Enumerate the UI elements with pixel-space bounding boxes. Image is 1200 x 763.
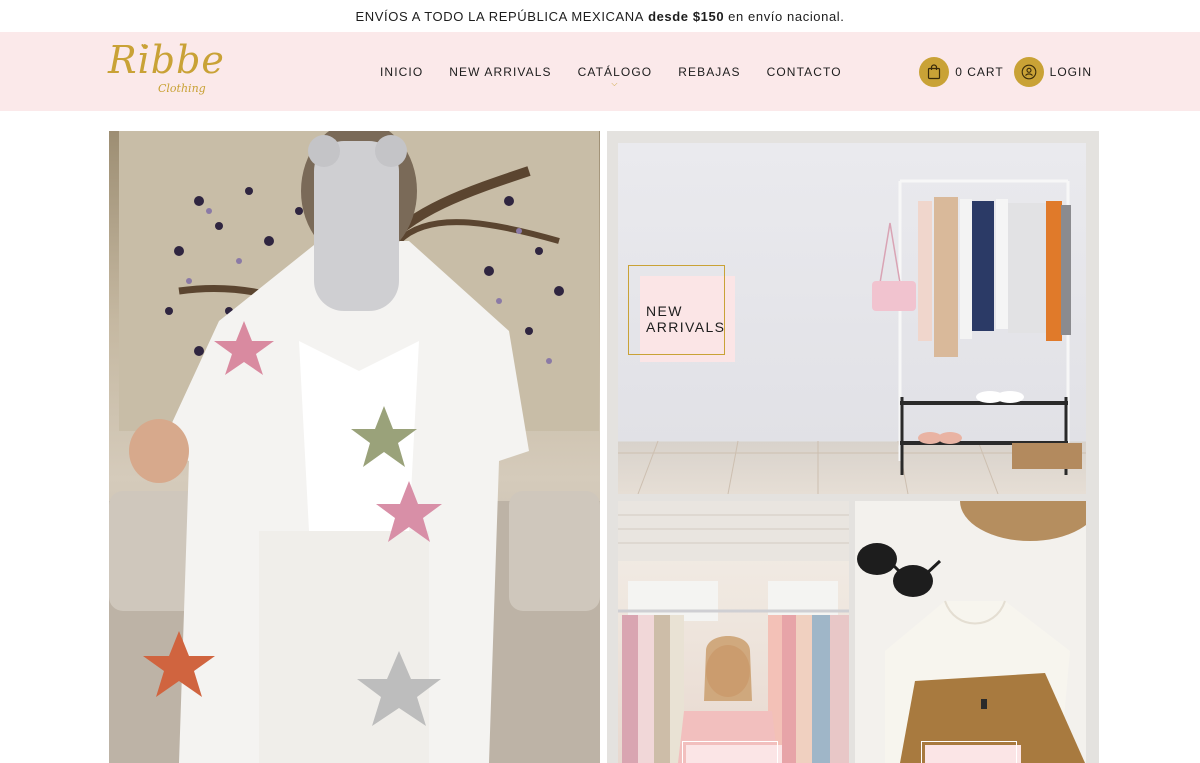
logo-wordmark: Ribbe bbox=[108, 38, 225, 82]
announcement-lead: ENVÍOS A TODO LA REPÚBLICA MEXICANA bbox=[355, 8, 645, 24]
cart-button[interactable]: 0 CART bbox=[919, 56, 1004, 87]
boutique-illustration bbox=[618, 501, 849, 763]
nav-item-rebajas[interactable]: REBAJAS bbox=[678, 65, 740, 79]
nav-item-contacto[interactable]: CONTACTO bbox=[767, 65, 842, 79]
nav-item-catalogo-label: CATÁLOGO bbox=[577, 64, 653, 79]
new-arrivals-label: NEW ARRIVALS bbox=[646, 303, 726, 335]
hero-grid: NEW ARRIVALS bbox=[109, 131, 1099, 763]
logo-heart-icon: ♥ bbox=[141, 41, 147, 51]
nav-item-new-arrivals[interactable]: NEW ARRIVALS bbox=[449, 65, 551, 79]
user-icon bbox=[1013, 56, 1044, 87]
main-nav: INICIO NEW ARRIVALS CATÁLOGO ⌵ REBAJAS C… bbox=[380, 32, 842, 111]
brand-logo[interactable]: Ribbe ♥ Clothing bbox=[108, 38, 226, 104]
nav-item-inicio[interactable]: INICIO bbox=[380, 65, 423, 79]
logo-subtitle: Clothing bbox=[158, 82, 206, 95]
site-header: Ribbe ♥ Clothing INICIO NEW ARRIVALS CAT… bbox=[0, 32, 1200, 111]
cart-label: 0 CART bbox=[955, 64, 1004, 79]
flatlay-illustration bbox=[857, 501, 1086, 763]
announcement-bold: desde $150 bbox=[648, 8, 725, 24]
category-panel: NEW ARRIVALS bbox=[607, 131, 1099, 763]
nav-item-catalogo[interactable]: CATÁLOGO ⌵ bbox=[577, 64, 653, 88]
login-label: LOGIN bbox=[1049, 64, 1092, 79]
announcement-tail: en envío nacional. bbox=[728, 8, 845, 24]
tile-new-arrivals[interactable]: NEW ARRIVALS bbox=[618, 143, 1086, 494]
hero-photo-illustration bbox=[109, 131, 600, 763]
chevron-down-icon: ⌵ bbox=[611, 78, 619, 88]
login-button[interactable]: LOGIN bbox=[1013, 56, 1092, 87]
tile-shop-photo[interactable] bbox=[618, 501, 849, 763]
announcement-bar: ENVÍOS A TODO LA REPÚBLICA MEXICANA desd… bbox=[0, 0, 1200, 32]
shop-tile-label-frame bbox=[682, 741, 778, 763]
accessories-tile-label-frame bbox=[921, 741, 1017, 763]
account-area: 0 CART LOGIN bbox=[919, 32, 1092, 111]
tile-accessories-photo[interactable] bbox=[855, 501, 1086, 763]
hero-photo-model[interactable] bbox=[109, 131, 600, 763]
shopping-bag-icon bbox=[919, 56, 950, 87]
